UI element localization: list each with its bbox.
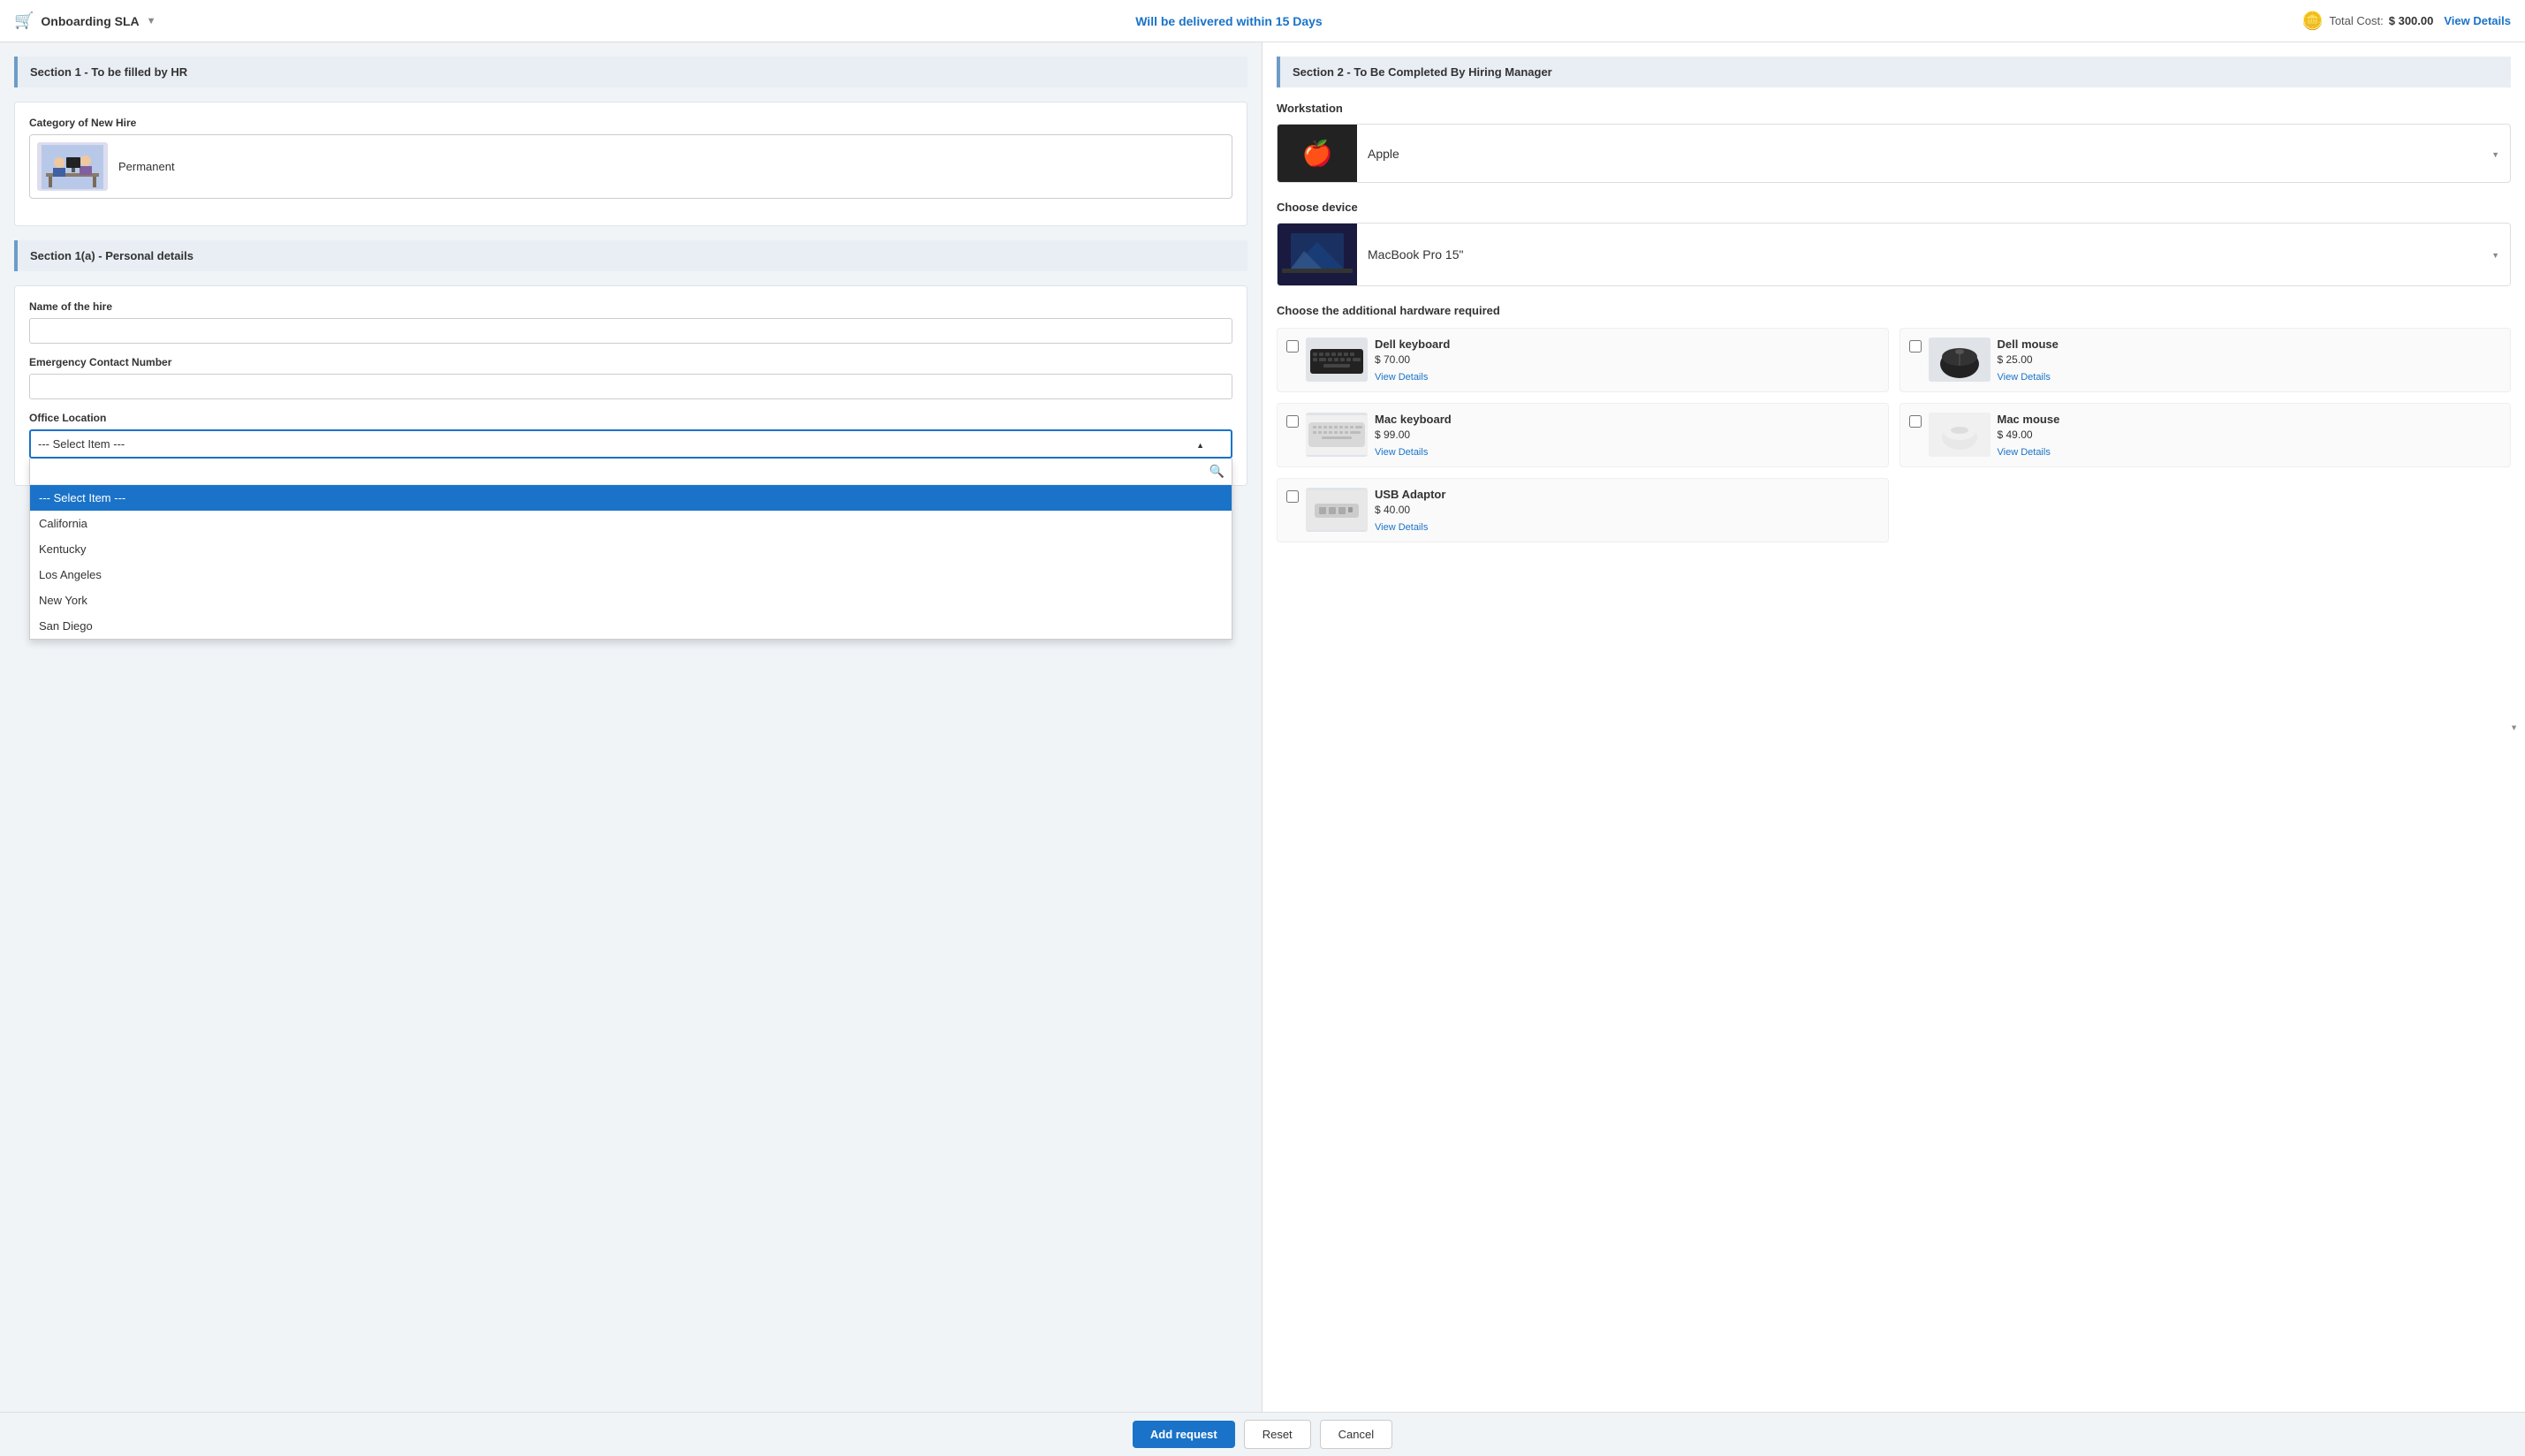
topbar-dropdown-icon[interactable]: ▼ — [147, 16, 156, 27]
total-cost-display: 🪙 Total Cost: $ 300.00 — [2301, 10, 2433, 32]
topbar: 🛒 Onboarding SLA ▼ Will be delivered wit… — [0, 0, 2525, 42]
dropdown-option-california[interactable]: California — [30, 511, 1232, 536]
hardware-item-mac-mouse: Mac mouse $ 49.00 View Details — [1899, 403, 2512, 467]
office-dropdown-trigger[interactable]: --- Select Item --- — [29, 429, 1232, 459]
add-request-button[interactable]: Add request — [1133, 1421, 1235, 1448]
hardware-label: Choose the additional hardware required — [1277, 304, 2511, 317]
office-dropdown-list: 🔍 --- Select Item --- California Kentuck… — [29, 459, 1232, 640]
mac-keyboard-link[interactable]: View Details — [1375, 447, 1428, 458]
workstation-image: 🍎 — [1278, 125, 1357, 182]
workstation-selected-label: Apple — [1357, 147, 2481, 161]
hardware-item-dell-keyboard: Dell keyboard $ 70.00 View Details — [1277, 328, 1889, 392]
hardware-grid: Dell keyboard $ 70.00 View Details — [1277, 328, 2511, 467]
name-label: Name of the hire — [29, 300, 1232, 313]
section1-card: Category of New Hire — [14, 102, 1247, 226]
mac-mouse-link[interactable]: View Details — [1998, 447, 2051, 458]
category-selected-label: Permanent — [118, 160, 1225, 173]
name-input[interactable] — [29, 318, 1232, 344]
delivery-message: Will be delivered within 15 Days — [171, 14, 2288, 28]
dropdown-option-kentucky[interactable]: Kentucky — [30, 536, 1232, 562]
office-field: Office Location --- Select Item --- 🔍 --… — [29, 412, 1232, 459]
office-location-dropdown[interactable]: --- Select Item --- 🔍 --- Select Item --… — [29, 429, 1232, 459]
workstation-dropdown-arrow[interactable] — [2481, 148, 2510, 160]
dell-mouse-price: $ 25.00 — [1998, 353, 2502, 366]
mac-keyboard-price: $ 99.00 — [1375, 428, 1879, 441]
category-selector[interactable]: Permanent — [29, 134, 1232, 199]
category-image — [37, 142, 108, 191]
topbar-title-group: 🛒 Onboarding SLA ▼ — [14, 11, 156, 30]
emergency-label: Emergency Contact Number — [29, 356, 1232, 368]
total-cost-value: $ 300.00 — [2389, 14, 2434, 27]
hardware-item-mac-keyboard: Mac keyboard $ 99.00 View Details — [1277, 403, 1889, 467]
dell-keyboard-link[interactable]: View Details — [1375, 372, 1428, 383]
device-image — [1278, 224, 1357, 285]
cancel-button[interactable]: Cancel — [1320, 1420, 1392, 1449]
dell-mouse-image — [1929, 337, 1990, 382]
office-search-input[interactable] — [30, 459, 1202, 483]
cart-icon: 🛒 — [14, 11, 34, 30]
dell-keyboard-image — [1306, 337, 1368, 382]
section1-header: Section 1 - To be filled by HR — [14, 57, 1247, 87]
name-field: Name of the hire — [29, 300, 1232, 344]
dell-keyboard-price: $ 70.00 — [1375, 353, 1879, 366]
category-label: Category of New Hire — [29, 117, 1232, 129]
left-panel: Section 1 - To be filled by HR Category … — [0, 42, 1262, 1412]
mac-mouse-image — [1929, 413, 1990, 457]
mac-mouse-price: $ 49.00 — [1998, 428, 2502, 441]
dell-keyboard-info: Dell keyboard $ 70.00 View Details — [1375, 337, 1879, 383]
usb-adaptor-checkbox[interactable] — [1286, 490, 1299, 503]
topbar-title: Onboarding SLA — [41, 14, 139, 28]
main-content: Section 1 - To be filled by HR Category … — [0, 42, 2525, 1412]
workstation-selector[interactable]: 🍎 Apple — [1277, 124, 2511, 183]
dell-keyboard-checkbox[interactable] — [1286, 340, 1299, 353]
office-search-button[interactable]: 🔍 — [1202, 459, 1232, 484]
dropdown-option-select[interactable]: --- Select Item --- — [30, 485, 1232, 511]
usb-adaptor-link[interactable]: View Details — [1375, 522, 1428, 533]
dell-mouse-checkbox[interactable] — [1909, 340, 1922, 353]
dropdown-search-row: 🔍 — [30, 459, 1232, 485]
view-details-link[interactable]: View Details — [2444, 14, 2511, 27]
right-panel: Section 2 - To Be Completed By Hiring Ma… — [1262, 42, 2525, 1412]
dropdown-option-san-diego[interactable]: San Diego — [30, 613, 1232, 639]
bottom-bar: Add request Reset Cancel — [0, 1412, 2525, 1456]
hardware-item-usb-adaptor: USB Adaptor $ 40.00 View Details — [1277, 478, 1889, 542]
topbar-right: 🪙 Total Cost: $ 300.00 View Details — [2301, 10, 2511, 32]
dell-mouse-link[interactable]: View Details — [1998, 372, 2051, 383]
emergency-field: Emergency Contact Number — [29, 356, 1232, 399]
apple-logo-icon: 🍎 — [1302, 139, 1333, 168]
mac-mouse-checkbox[interactable] — [1909, 415, 1922, 428]
emergency-input[interactable] — [29, 374, 1232, 399]
section1a-header: Section 1(a) - Personal details — [14, 240, 1247, 271]
usb-adaptor-price: $ 40.00 — [1375, 504, 1879, 516]
dropdown-option-new-york[interactable]: New York — [30, 588, 1232, 613]
office-label: Office Location — [29, 412, 1232, 424]
reset-button[interactable]: Reset — [1244, 1420, 1311, 1449]
mac-keyboard-info: Mac keyboard $ 99.00 View Details — [1375, 413, 1879, 458]
dell-keyboard-name: Dell keyboard — [1375, 337, 1879, 351]
office-selected-text: --- Select Item --- — [38, 437, 125, 451]
category-field: Category of New Hire — [29, 117, 1232, 199]
usb-adaptor-image — [1306, 488, 1368, 532]
mac-mouse-name: Mac mouse — [1998, 413, 2502, 426]
dell-mouse-name: Dell mouse — [1998, 337, 2502, 351]
mac-keyboard-image — [1306, 413, 1368, 457]
mac-keyboard-checkbox[interactable] — [1286, 415, 1299, 428]
workstation-label: Workstation — [1277, 102, 2511, 115]
device-dropdown-arrow[interactable] — [2481, 248, 2510, 261]
device-label: Choose device — [1277, 201, 2511, 214]
usb-adaptor-info: USB Adaptor $ 40.00 View Details — [1375, 488, 1879, 533]
usb-adaptor-name: USB Adaptor — [1375, 488, 1879, 501]
device-selector[interactable]: MacBook Pro 15" — [1277, 223, 2511, 286]
mac-keyboard-name: Mac keyboard — [1375, 413, 1879, 426]
hardware-item-dell-mouse: Dell mouse $ 25.00 View Details — [1899, 328, 2512, 392]
device-selected-label: MacBook Pro 15" — [1357, 247, 2481, 262]
section1a-card: Name of the hire Emergency Contact Numbe… — [14, 285, 1247, 486]
total-cost-label: Total Cost: — [2329, 14, 2383, 27]
mac-mouse-info: Mac mouse $ 49.00 View Details — [1998, 413, 2502, 458]
dropdown-option-los-angeles[interactable]: Los Angeles — [30, 562, 1232, 588]
coin-icon: 🪙 — [2301, 10, 2324, 32]
section2-header: Section 2 - To Be Completed By Hiring Ma… — [1277, 57, 2511, 87]
dell-mouse-info: Dell mouse $ 25.00 View Details — [1998, 337, 2502, 383]
office-dropdown-arrow — [1196, 437, 1204, 451]
